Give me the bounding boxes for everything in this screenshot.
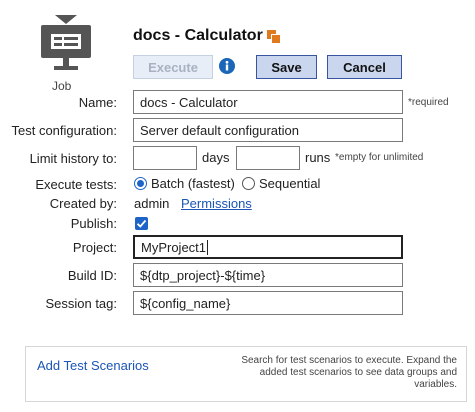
job-label: Job	[52, 79, 72, 93]
sequential-radio-label[interactable]: Sequential	[259, 176, 320, 191]
cancel-button[interactable]: Cancel	[327, 55, 402, 79]
created-by-value: admin	[134, 196, 170, 211]
build-id-field[interactable]: ${dtp_project}-${time}	[133, 263, 403, 287]
batch-radio[interactable]	[134, 177, 147, 190]
created-by-label: Created by:	[49, 196, 117, 211]
execute-tests-label: Execute tests:	[35, 177, 117, 192]
runs-label: runs	[305, 150, 331, 165]
permissions-link[interactable]: Permissions	[181, 196, 252, 211]
name-field[interactable]: docs - Calculator	[133, 90, 403, 114]
batch-radio-label[interactable]: Batch (fastest)	[151, 176, 235, 191]
session-tag-label: Session tag:	[45, 296, 117, 311]
text-cursor	[207, 239, 209, 255]
days-field[interactable]	[133, 146, 197, 170]
session-tag-field[interactable]: ${config_name}	[133, 291, 403, 315]
sequential-radio[interactable]	[242, 177, 255, 190]
copy-icon[interactable]	[267, 30, 280, 43]
name-label: Name:	[78, 95, 117, 110]
save-button[interactable]: Save	[256, 55, 317, 79]
runs-field[interactable]	[236, 146, 300, 170]
project-field[interactable]: MyProject1	[133, 235, 403, 259]
check-icon	[136, 219, 147, 228]
add-test-scenarios-link[interactable]: Add Test Scenarios	[37, 358, 149, 373]
project-label: Project:	[72, 240, 117, 255]
limit-history-label: Limit history to:	[29, 151, 117, 166]
build-id-label: Build ID:	[67, 268, 117, 283]
execute-button[interactable]: Execute	[133, 55, 213, 79]
project-value: MyProject1	[141, 239, 207, 255]
info-icon[interactable]	[219, 58, 235, 74]
test-configuration-field[interactable]: Server default configuration	[133, 118, 403, 142]
days-label: days	[202, 150, 230, 165]
monitor-job-icon	[38, 14, 94, 74]
required-hint: *required	[408, 97, 449, 108]
unlimited-hint: *empty for unlimited	[335, 152, 424, 163]
publish-label: Publish:	[70, 216, 117, 231]
publish-checkbox[interactable]	[135, 217, 148, 230]
test-configuration-label: Test configuration:	[11, 123, 117, 138]
page-title: docs - Calculator	[133, 27, 263, 44]
test-scenarios-hint: Search for test scenarios to execute. Ex…	[241, 355, 457, 390]
